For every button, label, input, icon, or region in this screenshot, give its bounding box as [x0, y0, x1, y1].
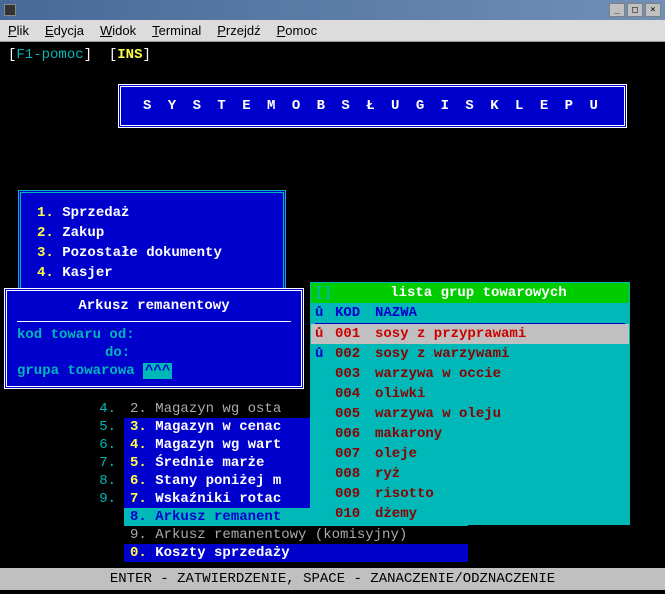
close-button[interactable]: ×	[645, 3, 661, 17]
list-title: []lista grup towarowych	[311, 283, 629, 303]
list-item[interactable]: 003warzywa w occie	[311, 364, 629, 384]
menu-przejdz[interactable]: Przejdź	[217, 23, 260, 38]
field-kod-od[interactable]: kod towaru od:	[17, 326, 291, 344]
group-list-panel: []lista grup towarowych ů KOD NAZWA ů001…	[310, 282, 630, 525]
submenu-item[interactable]: 0. Koszty sprzedaży	[88, 544, 468, 562]
list-item[interactable]: 005warzywa w oleju	[311, 404, 629, 424]
field-kod-do[interactable]: do:	[17, 344, 291, 362]
menu-edycja[interactable]: Edycja	[45, 23, 84, 38]
window-titlebar: _ □ ×	[0, 0, 665, 20]
menu-zakup[interactable]: 2. Zakup	[37, 223, 267, 243]
status-line: [F1-pomoc] [INS]	[8, 46, 151, 64]
menu-widok[interactable]: Widok	[100, 23, 136, 38]
field-grupa[interactable]: grupa towarowa ^^^	[17, 362, 291, 380]
menu-sprzedaz[interactable]: 1. Sprzedaż	[37, 203, 267, 223]
list-item[interactable]: 004oliwki	[311, 384, 629, 404]
terminal-area: [F1-pomoc] [INS] S Y S T E M O B S Ł U G…	[0, 42, 665, 594]
menu-dokumenty[interactable]: 3. Pozostałe dokumenty	[37, 243, 267, 263]
submenu-item[interactable]: 9. Arkusz remanentowy (komisyjny)	[88, 526, 468, 544]
list-item[interactable]: ů001sosy z przyprawami	[311, 324, 629, 344]
form-arkusz: Arkusz remanentowy kod towaru od: do: gr…	[4, 288, 304, 389]
menu-plik[interactable]: Plik	[8, 23, 29, 38]
menu-terminal[interactable]: Terminal	[152, 23, 201, 38]
main-menu: 1. Sprzedaż 2. Zakup 3. Pozostałe dokume…	[18, 190, 286, 296]
menu-pomoc[interactable]: Pomoc	[277, 23, 317, 38]
footer-hint: ENTER - ZATWIERDZENIE, SPACE - ZANACZENI…	[0, 568, 665, 590]
minimize-button[interactable]: _	[609, 3, 625, 17]
list-item[interactable]: 010dżemy	[311, 504, 629, 524]
list-header: ů KOD NAZWA	[311, 303, 629, 323]
list-item[interactable]: 006makarony	[311, 424, 629, 444]
list-item[interactable]: 009risotto	[311, 484, 629, 504]
list-item[interactable]: 008ryż	[311, 464, 629, 484]
app-icon	[4, 4, 16, 16]
list-item[interactable]: 007oleje	[311, 444, 629, 464]
maximize-button[interactable]: □	[627, 3, 643, 17]
menu-kasjer[interactable]: 4. Kasjer	[37, 263, 267, 283]
menubar: Plik Edycja Widok Terminal Przejdź Pomoc	[0, 20, 665, 42]
list-item[interactable]: ů002sosy z warzywami	[311, 344, 629, 364]
form-title: Arkusz remanentowy	[17, 297, 291, 315]
system-banner: S Y S T E M O B S Ł U G I S K L E P U	[118, 84, 627, 128]
